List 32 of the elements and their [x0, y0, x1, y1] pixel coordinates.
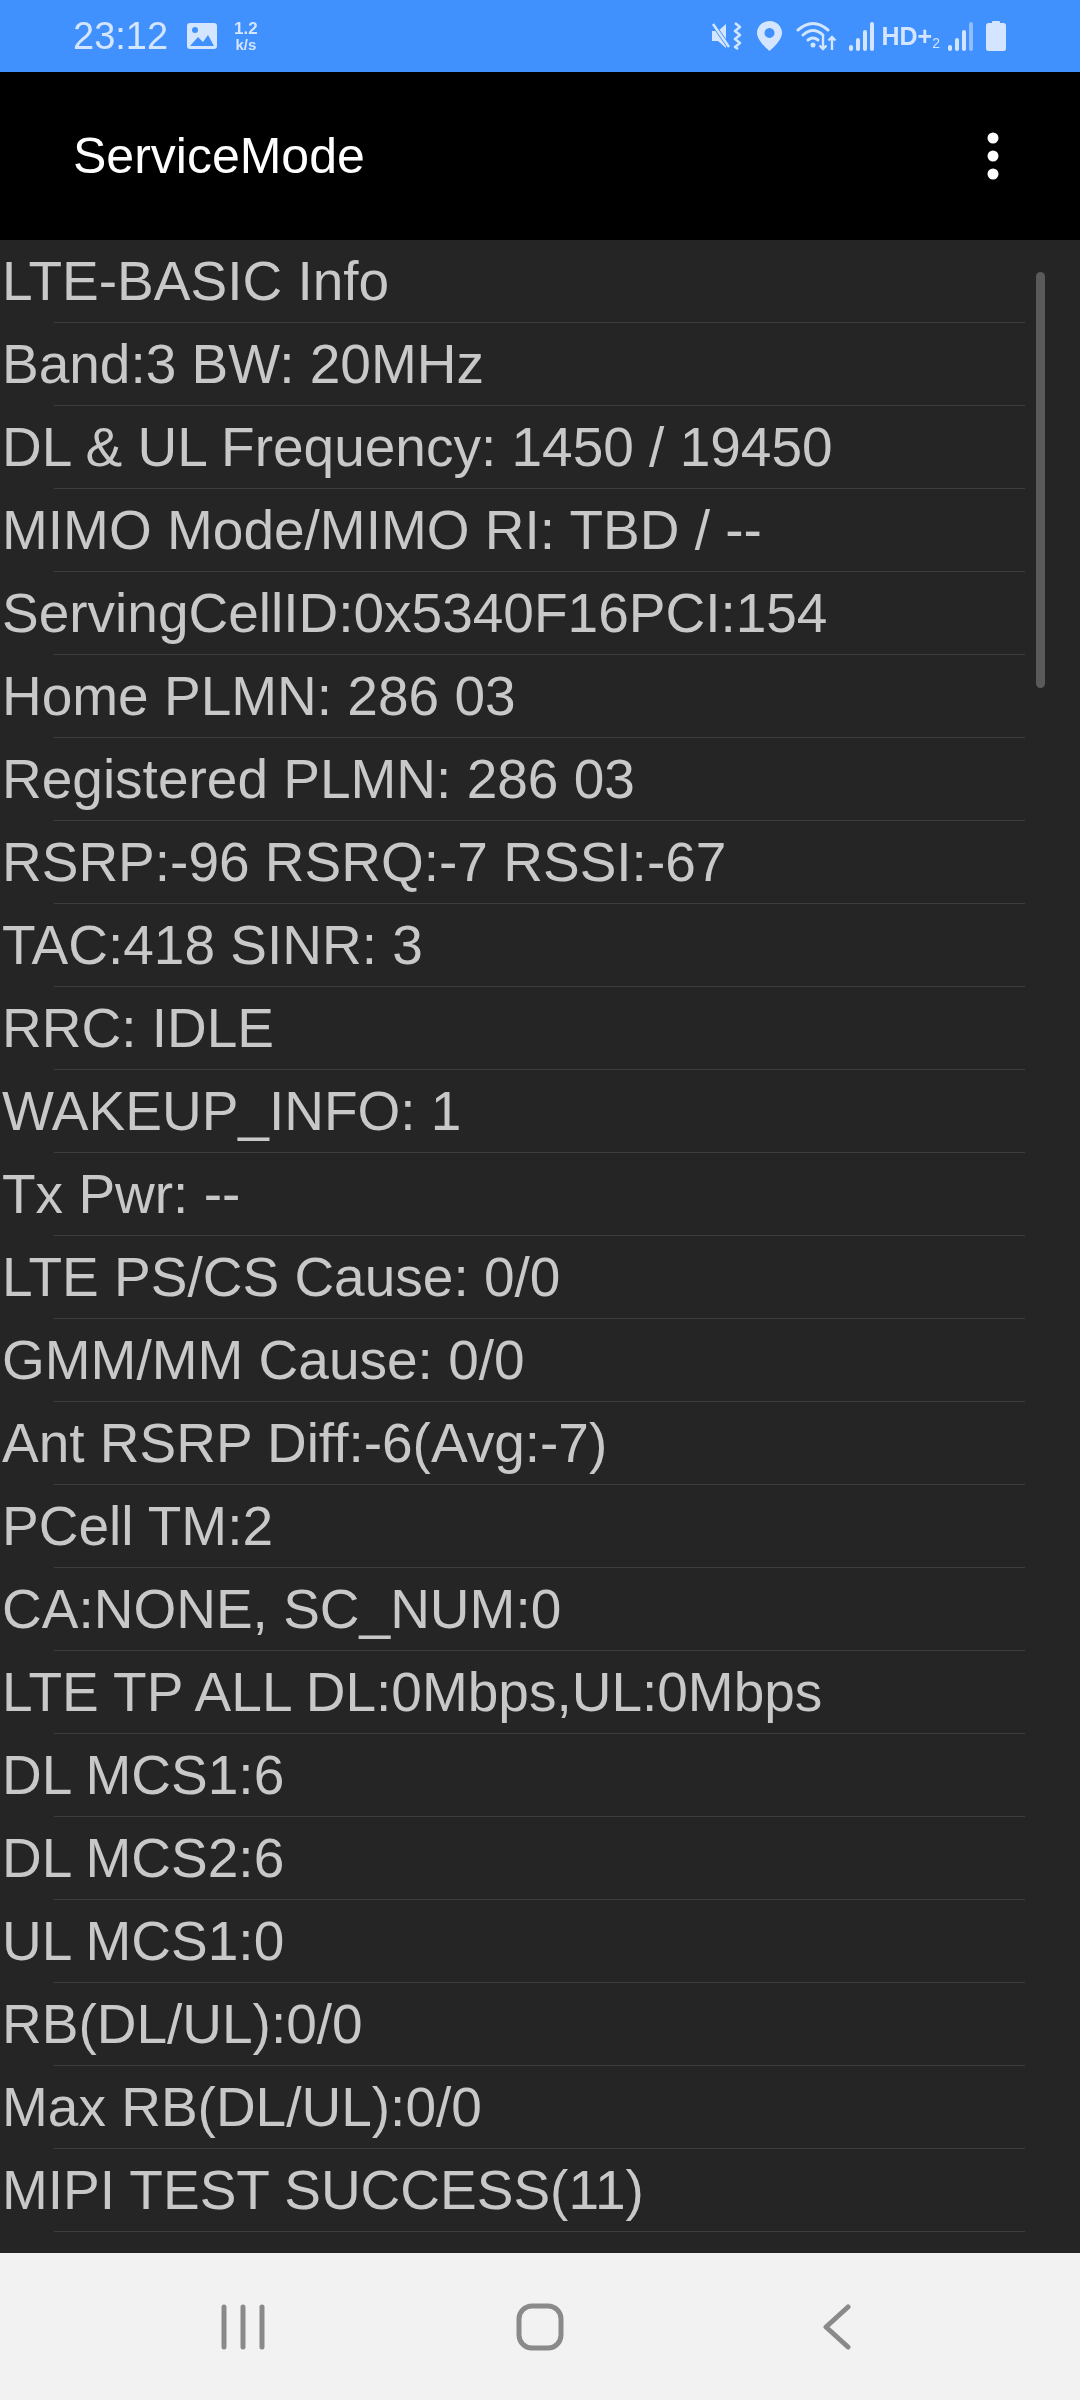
battery-icon [986, 21, 1006, 51]
wifi-icon [796, 20, 838, 52]
signal-icon [947, 21, 973, 51]
info-line: TAC:418 SINR: 3 [2, 917, 423, 973]
app-title: ServiceMode [73, 131, 365, 181]
speed-unit: k/s [235, 37, 257, 52]
info-line: GMM/MM Cause: 0/0 [2, 1332, 525, 1388]
info-line: Home PLMN: 286 03 [2, 668, 516, 724]
info-line: UL MCS1:0 [2, 1913, 285, 1969]
image-icon [186, 22, 219, 50]
clock-time: 23:12 [73, 17, 169, 55]
info-line: DL MCS2:6 [2, 1830, 285, 1886]
info-line: MIMO Mode/MIMO RI: TBD / -- [2, 502, 762, 558]
location-pin-icon [756, 20, 784, 52]
info-line: WAKEUP_INFO: 1 [2, 1083, 462, 1139]
info-line: RRC: IDLE [2, 1000, 274, 1056]
recent-apps-icon [221, 2303, 266, 2350]
back-icon [821, 2303, 852, 2350]
home-icon [516, 2302, 564, 2351]
info-line: Tx Pwr: -- [2, 1166, 241, 1222]
info-line: LTE-BASIC Info [2, 253, 390, 309]
info-line: Band:3 BW: 20MHz [2, 336, 484, 392]
speed-value: 1.2 [234, 20, 258, 37]
network-type-label: HD+$_{2}$ [881, 23, 940, 49]
info-line: CA:NONE, SC_NUM:0 [2, 1581, 562, 1637]
signal-icon [848, 21, 875, 51]
mute-vibrate-icon [711, 21, 743, 51]
more-options-icon [987, 132, 999, 180]
info-line: LTE PS/CS Cause: 0/0 [2, 1249, 561, 1305]
info-line: PCell TM:2 [2, 1498, 273, 1554]
info-line: DL MCS1:6 [2, 1747, 285, 1803]
info-line: RSRP:-96 RSRQ:-7 RSSI:-67 [2, 834, 727, 890]
